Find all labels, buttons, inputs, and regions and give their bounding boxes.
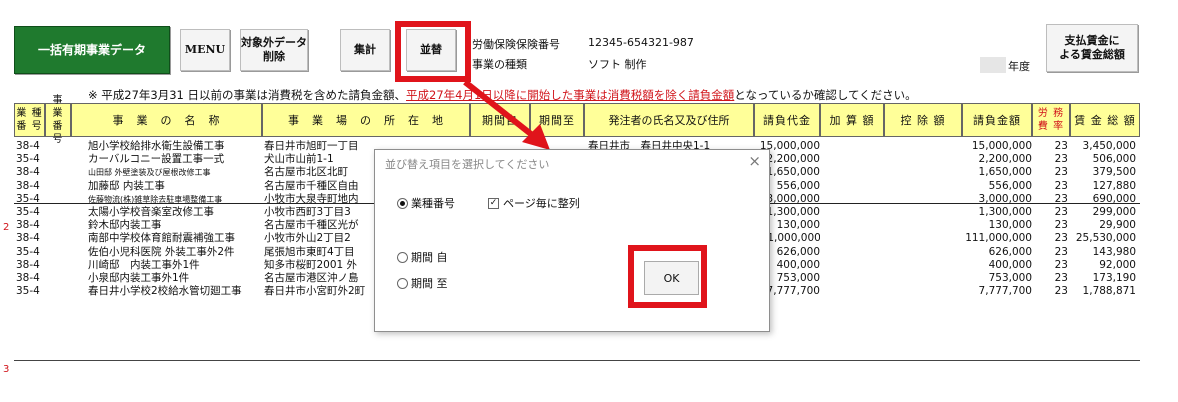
- cell-amount: 130,000: [988, 219, 1032, 232]
- cell-rate: 23: [1054, 232, 1068, 245]
- radio-period-to[interactable]: [397, 278, 408, 289]
- total-button[interactable]: 集計: [340, 29, 390, 71]
- cell-amount: 1,300,000: [978, 206, 1032, 218]
- business-value: ソフト 制作: [588, 58, 647, 71]
- header-business-name: 事 業 の 名 称: [71, 103, 262, 137]
- cell-wages: 379,500: [1092, 166, 1136, 179]
- cell-wages: 1,788,871: [1082, 285, 1136, 298]
- cell-rate: 23: [1054, 285, 1068, 298]
- cell-wages: 3,450,000: [1082, 140, 1136, 152]
- cell-name: 春日井小学校2校給水管切廻工事: [88, 285, 242, 298]
- cell-code: 38-4: [16, 272, 40, 284]
- cell-wages: 173,190: [1092, 272, 1136, 284]
- cell-code: 35-4: [16, 206, 40, 218]
- header-location: 事 業 場 の 所 在 地: [262, 103, 470, 137]
- cell-name: 加藤邸 内装工事: [88, 179, 165, 192]
- cell-wages: 92,000: [1099, 258, 1136, 271]
- radio-industry-code-label: 業種番号: [411, 197, 455, 210]
- cell-wages: 127,880: [1092, 179, 1136, 192]
- cell-wages: 29,900: [1099, 219, 1136, 232]
- cell-name: 佐伯小児科医院 外装工事外2件: [88, 245, 235, 258]
- close-icon[interactable]: ×: [748, 152, 761, 170]
- excluded-button-line2: 削除: [263, 50, 285, 63]
- cell-amount: 111,000,000: [965, 232, 1032, 245]
- cell-name: 小泉邸内装工事外1件: [88, 272, 190, 284]
- bulk-data-button[interactable]: 一括有期事業データ: [14, 26, 170, 74]
- insurance-label: 労働保険保険番号: [472, 38, 560, 51]
- cell-rate: 23: [1054, 272, 1068, 284]
- cell-wages: 143,980: [1092, 245, 1136, 258]
- header-contract: 請負代金: [754, 103, 820, 137]
- cell-wages: 299,000: [1092, 206, 1136, 218]
- table-bottom-line: [14, 360, 1140, 361]
- radio-industry-code[interactable]: [397, 198, 408, 209]
- cell-rate: 23: [1054, 179, 1068, 192]
- cell-rate: 23: [1054, 206, 1068, 218]
- header-business-code: 事 業 番 号: [45, 95, 71, 145]
- wages-button-line2: よる賃金総額: [1059, 48, 1125, 61]
- cell-amount: 556,000: [988, 179, 1032, 192]
- notice-suffix: となっているか確認してください。: [734, 88, 917, 102]
- header-addition: 加 算 額: [820, 103, 884, 137]
- excluded-data-delete-button[interactable]: 対象外データ 削除: [240, 29, 308, 71]
- header-labor-rate: 労 務 費 率: [1032, 103, 1070, 137]
- cell-name: 南部中学校体育館耐震補強工事: [88, 232, 235, 245]
- header-industry-code: 業 種 番 号: [14, 103, 45, 137]
- cell-amount: 1,650,000: [978, 166, 1032, 179]
- cell-name: カーバルコニー設置工事一式: [88, 153, 225, 166]
- cell-code: 38-4: [16, 232, 40, 245]
- cell-amount: 15,000,000: [971, 140, 1032, 152]
- cell-code: 35-4: [16, 153, 40, 166]
- cell-code: 35-4: [16, 245, 40, 258]
- checkbox-page-sort[interactable]: ✓: [488, 198, 499, 209]
- header-amount: 請負金額: [962, 103, 1032, 137]
- header-wages: 賃 金 総 額: [1070, 103, 1140, 137]
- cell-rate: 23: [1054, 166, 1068, 179]
- year-value-redacted: [980, 57, 1006, 73]
- cell-name: 山田邸 外壁塗装及び屋根改修工事: [88, 168, 211, 178]
- row-marker-3: 3: [3, 364, 10, 375]
- cell-code: 35-4: [16, 285, 40, 298]
- checkbox-page-sort-label: ページ毎に整列: [503, 197, 580, 210]
- cell-amount: 7,777,700: [978, 285, 1032, 298]
- pointer-arrow: [463, 79, 550, 150]
- cell-code: 38-4: [16, 166, 40, 179]
- cell-rate: 23: [1054, 153, 1068, 166]
- cell-amount: 753,000: [988, 272, 1032, 284]
- header-client: 発注者の氏名又及び住所: [584, 103, 754, 137]
- sort-dialog: 並び替え項目を選択してください × 業種番号 ✓ ページ毎に整列 期間 自 期間…: [374, 149, 770, 332]
- cell-wages: 25,530,000: [1075, 232, 1136, 245]
- cell-rate: 23: [1054, 219, 1068, 232]
- ok-button-highlight: [628, 245, 707, 308]
- cell-name: 川崎邸 内装工事外1件: [88, 258, 200, 271]
- row-marker-2: 2: [3, 222, 10, 233]
- wages-total-button[interactable]: 支払賃金に よる賃金総額: [1046, 24, 1138, 72]
- cell-amount: 626,000: [988, 245, 1032, 258]
- notice-prefix: ※ 平成27年3月31 日以前の事業は消費税を含めた請負金額、: [88, 88, 407, 102]
- cell-code: 38-4: [16, 140, 40, 152]
- cell-amount: 400,000: [988, 258, 1032, 271]
- cell-name: 旭小学校給排水衛生設備工事: [88, 140, 225, 152]
- year-label: 年度: [1008, 60, 1030, 73]
- dialog-title: 並び替え項目を選択してください: [385, 158, 550, 171]
- cell-code: 38-4: [16, 179, 40, 192]
- radio-period-from[interactable]: [397, 252, 408, 263]
- cell-name: 太陽小学校音楽室改修工事: [88, 206, 214, 218]
- insurance-value: 12345-654321-987: [588, 36, 694, 49]
- excluded-button-line1: 対象外データ: [241, 36, 307, 49]
- cell-rate: 23: [1054, 245, 1068, 258]
- cell-rate: 23: [1054, 258, 1068, 271]
- cell-code: 38-4: [16, 258, 40, 271]
- header-deduction: 控 除 額: [884, 103, 962, 137]
- cell-name: 鈴木邸内装工事: [88, 219, 162, 232]
- radio-period-from-label: 期間 自: [411, 251, 448, 264]
- cell-wages: 506,000: [1092, 153, 1136, 166]
- cell-amount: 2,200,000: [978, 153, 1032, 166]
- menu-button[interactable]: MENU: [180, 29, 230, 71]
- cell-code: 38-4: [16, 219, 40, 232]
- radio-period-to-label: 期間 至: [411, 277, 448, 290]
- cell-rate: 23: [1054, 140, 1068, 152]
- wages-button-line1: 支払賃金に: [1064, 34, 1120, 47]
